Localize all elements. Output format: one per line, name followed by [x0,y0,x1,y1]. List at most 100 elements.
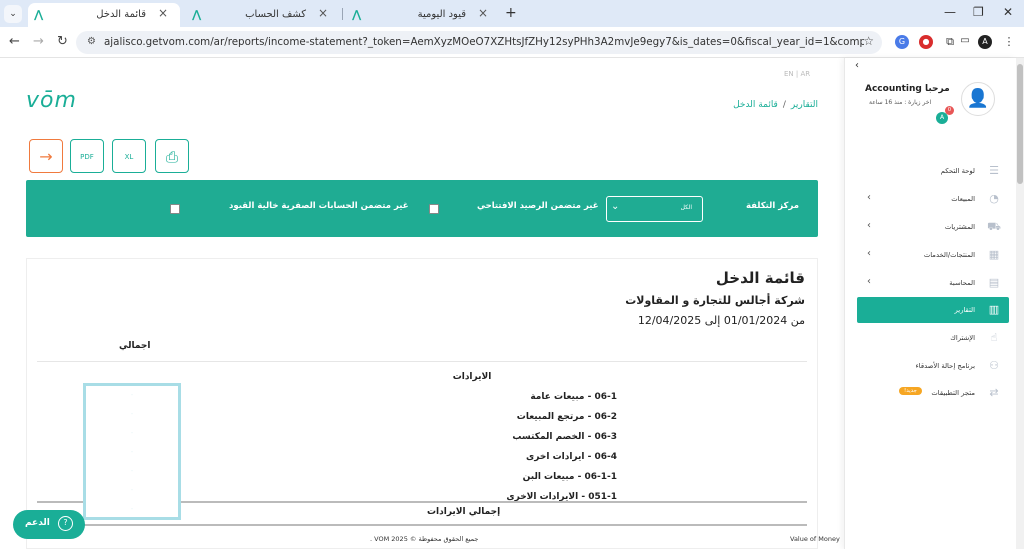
filter-bar: مركز التكلفة الكل ⌄ غير متضمن الرصيد الا… [26,180,818,237]
chevron-left-icon: › [867,220,871,231]
amount-cell: - [130,410,134,418]
cost-center-select[interactable]: الكل ⌄ [606,196,703,222]
sidebar-item-purchases[interactable]: ⛟ المشتريات › [857,214,1009,240]
print-button[interactable]: ⎙ [155,139,189,173]
extensions-puzzle-icon[interactable]: ⧉ [943,35,957,49]
main-content: vōm EN | AR التقارير / قائمة الدخل → PDF X… [0,58,844,549]
amount-cell: - [130,467,134,475]
profile-avatar[interactable]: A [978,35,992,49]
new-tab-icon[interactable]: + [505,5,517,21]
vom-favicon-icon: ⋀ [192,8,202,21]
report-row[interactable]: 06-2 - مرتجع المبيعات [327,407,617,427]
extension-icon[interactable]: G [895,35,909,49]
welcome-text: مرحبا Accounting [865,84,950,94]
zero-accounts-label: غير متضمن الحسابات الصفرية خالية القيود [229,201,409,211]
arrow-right-icon: → [39,147,53,166]
site-info-icon[interactable]: ⚙ [87,36,96,47]
tab-journal-entries[interactable]: ⋀ قيود اليومية × [346,3,500,27]
opening-balance-label: غير متضمن الرصيد الافتتاحي [477,201,599,211]
export-pdf-button[interactable]: PDF [70,139,104,173]
support-label: الدعم [25,518,50,528]
amount-cell: - [130,486,134,494]
vom-favicon-icon: ⋀ [352,8,362,21]
sidebar-item-subscription[interactable]: ☝ الإشتراك [857,325,1009,351]
report-row[interactable]: 06-4 - ايرادات اخرى [327,447,617,467]
support-button[interactable]: الدعم ? [13,510,85,539]
scrollbar-thumb[interactable] [1017,64,1023,184]
calculator-icon: ▤ [988,276,1000,289]
tab-title: كشف الحساب [245,9,306,20]
collapse-sidebar-icon[interactable]: ‹ [855,60,859,71]
sidebar-item-app-store[interactable]: ⇄ متجر التطبيقات جديد! [857,380,1009,406]
url-bar[interactable]: ⚙ ajalisco.getvom.com/ar/reports/income-… [76,31,882,54]
sidebar-item-label: المحاسبة [949,279,975,287]
breadcrumb-separator: / [782,100,786,110]
sidebar-item-sales[interactable]: ◔ المبيعات › [857,186,1009,212]
tab-account-statement[interactable]: ⋀ كشف الحساب × [186,3,340,27]
pdf-file-icon: PDF [80,153,94,161]
report-row[interactable]: 051-1 - الايرادات الاخرى [327,487,617,507]
minimize-icon[interactable]: — [944,5,956,19]
report-row[interactable]: 06-1-1 - مبيعات البن [327,467,617,487]
excel-file-icon: XL [124,153,134,161]
sidebar-item-dashboard[interactable]: ☰ لوحة التحكم [857,158,1009,184]
date-range: من 01/01/2024 إلى 12/04/2025 [637,314,805,327]
sidebar-item-accounting[interactable]: ▤ المحاسبة › [857,270,1009,296]
side-panel-icon[interactable]: ▭ [958,34,972,48]
address-toolbar: ← → ↻ ⚙ ajalisco.getvom.com/ar/reports/i… [0,27,1024,58]
export-excel-button[interactable]: XL [112,139,146,173]
sidebar-item-label: برنامج إحالة الأصدقاء [915,362,975,370]
opening-balance-checkbox[interactable] [429,204,439,214]
tab-income-statement[interactable]: ⋀ قائمة الدخل × [28,3,180,27]
close-window-icon[interactable]: ✕ [1003,5,1013,19]
tab-title: قائمة الدخل [96,9,146,20]
url-text[interactable]: ajalisco.getvom.com/ar/reports/income-st… [104,36,864,48]
tab-search-dropdown[interactable]: ⌄ [4,5,22,23]
page-scrollbar[interactable] [1016,58,1024,549]
close-tab-icon[interactable]: × [158,6,168,20]
browser-menu-icon[interactable]: ⋮ [1002,35,1016,49]
column-header-total: اجمالي [119,341,151,351]
amount-cell: - [130,391,134,399]
language-switch[interactable]: EN | AR [784,70,810,78]
vom-favicon-icon: ⋀ [34,8,44,21]
close-tab-icon[interactable]: × [478,6,488,20]
report-rows: الايرادات 06-1 - مبيعات عامة 06-2 - مرتج… [327,367,617,507]
amounts-column-blurred: - - - - - - - [83,383,181,520]
report-icon: ▥ [988,303,1000,316]
extension-icon[interactable]: ● [919,35,933,49]
swap-arrows-icon: ⇄ [989,386,999,399]
sidebar-item-label: المبيعات [951,195,975,203]
sidebar-item-products[interactable]: ▦ المنتجات/الخدمات › [857,242,1009,268]
tagline-text: Value of Money [790,535,840,543]
cost-center-label: مركز التكلفة [746,201,800,211]
close-tab-icon[interactable]: × [318,6,328,20]
amount-cell: - [130,429,134,437]
bookmark-star-icon[interactable]: ☆ [863,34,874,48]
sales-icon: ◔ [989,192,999,205]
report-row[interactable]: 06-1 - مبيعات عامة [327,387,617,407]
sidebar: ‹ 👤 مرحبا Accounting اخر زيارة : منذ 16 … [844,58,1016,549]
sidebar-item-referral[interactable]: ⚇ برنامج إحالة الأصدقاء [857,353,1009,379]
forward-icon[interactable]: → [33,34,44,49]
maximize-icon[interactable]: ❐ [973,5,984,19]
tab-title: قيود اليومية [417,9,466,20]
user-plus-icon: ⚇ [989,359,999,372]
back-arrow-button[interactable]: → [29,139,63,173]
report-row[interactable]: 06-3 - الخصم المكتسب [327,427,617,447]
reload-icon[interactable]: ↻ [57,34,68,49]
back-icon[interactable]: ← [9,34,20,49]
sidebar-item-reports[interactable]: ▥ التقارير [857,297,1009,323]
sidebar-item-label: التقارير [954,306,975,314]
sidebar-item-label: متجر التطبيقات [931,389,975,397]
chevron-left-icon: › [867,248,871,259]
copyright-text: جميع الحقوق محفوظة © 2025 VOM . [370,535,479,543]
amount-cell: - [130,505,134,513]
footer: جميع الحقوق محفوظة © 2025 VOM . Value of… [0,530,844,549]
new-badge: جديد! [899,387,922,395]
zero-accounts-checkbox[interactable] [170,204,180,214]
dashboard-icon: ☰ [989,164,999,177]
user-avatar[interactable]: 👤 [961,82,995,116]
breadcrumb-reports[interactable]: التقارير [791,100,818,110]
chevron-left-icon: › [867,192,871,203]
